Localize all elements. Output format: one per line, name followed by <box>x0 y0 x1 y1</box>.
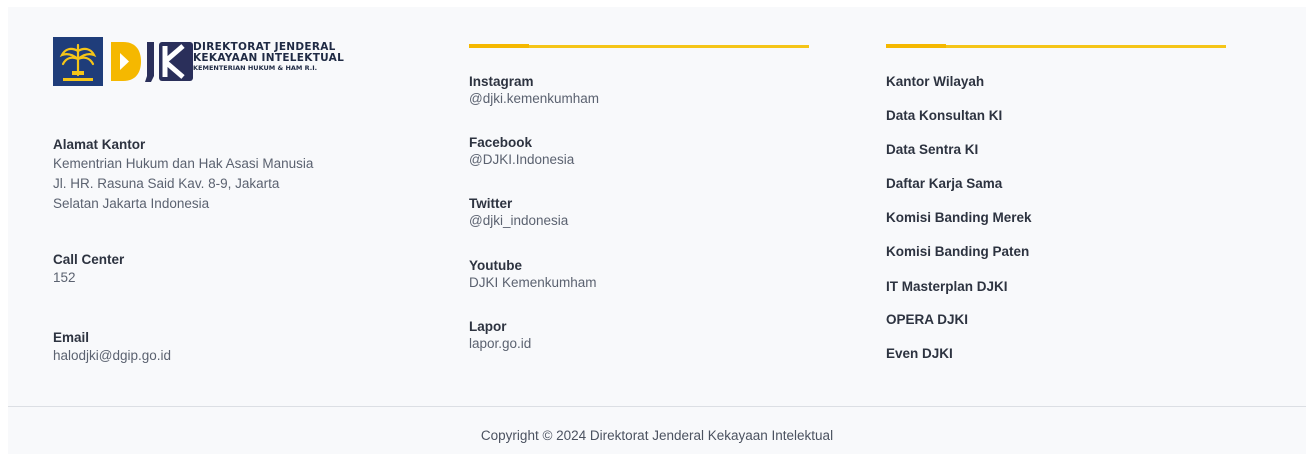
accent-divider <box>469 44 809 48</box>
social-item-youtube: Youtube DJKI Kemenkumham <box>469 258 597 293</box>
address-line: Jl. HR. Rasuna Said Kav. 8-9, Jakarta <box>53 176 280 191</box>
social-label: Facebook <box>469 135 533 150</box>
djki-logo[interactable]: DIREKTORAT JENDERAL KEKAYAAN INTELEKTUAL… <box>53 37 353 89</box>
call-center-value[interactable]: 152 <box>53 268 124 288</box>
social-label: Twitter <box>469 196 513 211</box>
address-line: Selatan Jakarta Indonesia <box>53 196 210 211</box>
logo-text: DIREKTORAT JENDERAL KEKAYAAN INTELEKTUAL… <box>193 42 344 73</box>
email-block: Email halodjki@dgip.go.id <box>53 330 171 366</box>
footer-link-data-sentra-ki[interactable]: Data Sentra KI <box>886 142 978 157</box>
footer-link-daftar-karja-sama[interactable]: Daftar Karja Sama <box>886 176 1002 191</box>
address-label: Alamat Kantor <box>53 137 146 152</box>
social-label: Youtube <box>469 258 522 273</box>
accent-divider <box>886 44 1226 48</box>
logo-subtitle: KEMENTERIAN HUKUM & HAM R.I. <box>193 64 318 72</box>
logo-title-line2: KEKAYAAN INTELEKTUAL <box>193 52 345 64</box>
footer-link-kantor-wilayah[interactable]: Kantor Wilayah <box>886 74 984 89</box>
footer-link-opera-djki[interactable]: OPERA DJKI <box>886 312 968 327</box>
social-label: Lapor <box>469 319 507 334</box>
email-link[interactable]: halodjki@dgip.go.id <box>53 346 171 366</box>
social-item-facebook: Facebook @DJKI.Indonesia <box>469 135 574 170</box>
social-item-twitter: Twitter @djki_indonesia <box>469 196 568 231</box>
call-center-block: Call Center 152 <box>53 252 124 288</box>
address-line: Kementrian Hukum dan Hak Asasi Manusia <box>53 156 314 171</box>
site-footer: DIREKTORAT JENDERAL KEKAYAAN INTELEKTUAL… <box>8 7 1306 454</box>
social-link[interactable]: lapor.go.id <box>469 334 531 354</box>
kemenkumham-emblem-icon <box>53 37 103 86</box>
social-label: Instagram <box>469 74 534 89</box>
email-label: Email <box>53 330 90 345</box>
footer-link-even-djki[interactable]: Even DJKI <box>886 346 953 361</box>
footer-link-komisi-banding-paten[interactable]: Komisi Banding Paten <box>886 244 1029 259</box>
social-link[interactable]: @djki.kemenkumham <box>469 89 599 109</box>
social-item-lapor: Lapor lapor.go.id <box>469 319 531 354</box>
call-center-label: Call Center <box>53 252 125 267</box>
copyright-text: Copyright © 2024 Direktorat Jenderal Kek… <box>480 428 834 443</box>
footer-link-komisi-banding-merek[interactable]: Komisi Banding Merek <box>886 210 1032 225</box>
social-item-instagram: Instagram @djki.kemenkumham <box>469 74 599 109</box>
footer-link-data-konsultan-ki[interactable]: Data Konsultan KI <box>886 108 1002 123</box>
social-link[interactable]: @DJKI.Indonesia <box>469 150 574 170</box>
footer-divider <box>8 406 1306 407</box>
social-link[interactable]: DJKI Kemenkumham <box>469 273 597 293</box>
address-block: Alamat Kantor Kementrian Hukum dan Hak A… <box>53 137 313 214</box>
footer-link-it-masterplan-djki[interactable]: IT Masterplan DJKI <box>886 279 1008 294</box>
social-link[interactable]: @djki_indonesia <box>469 211 568 231</box>
